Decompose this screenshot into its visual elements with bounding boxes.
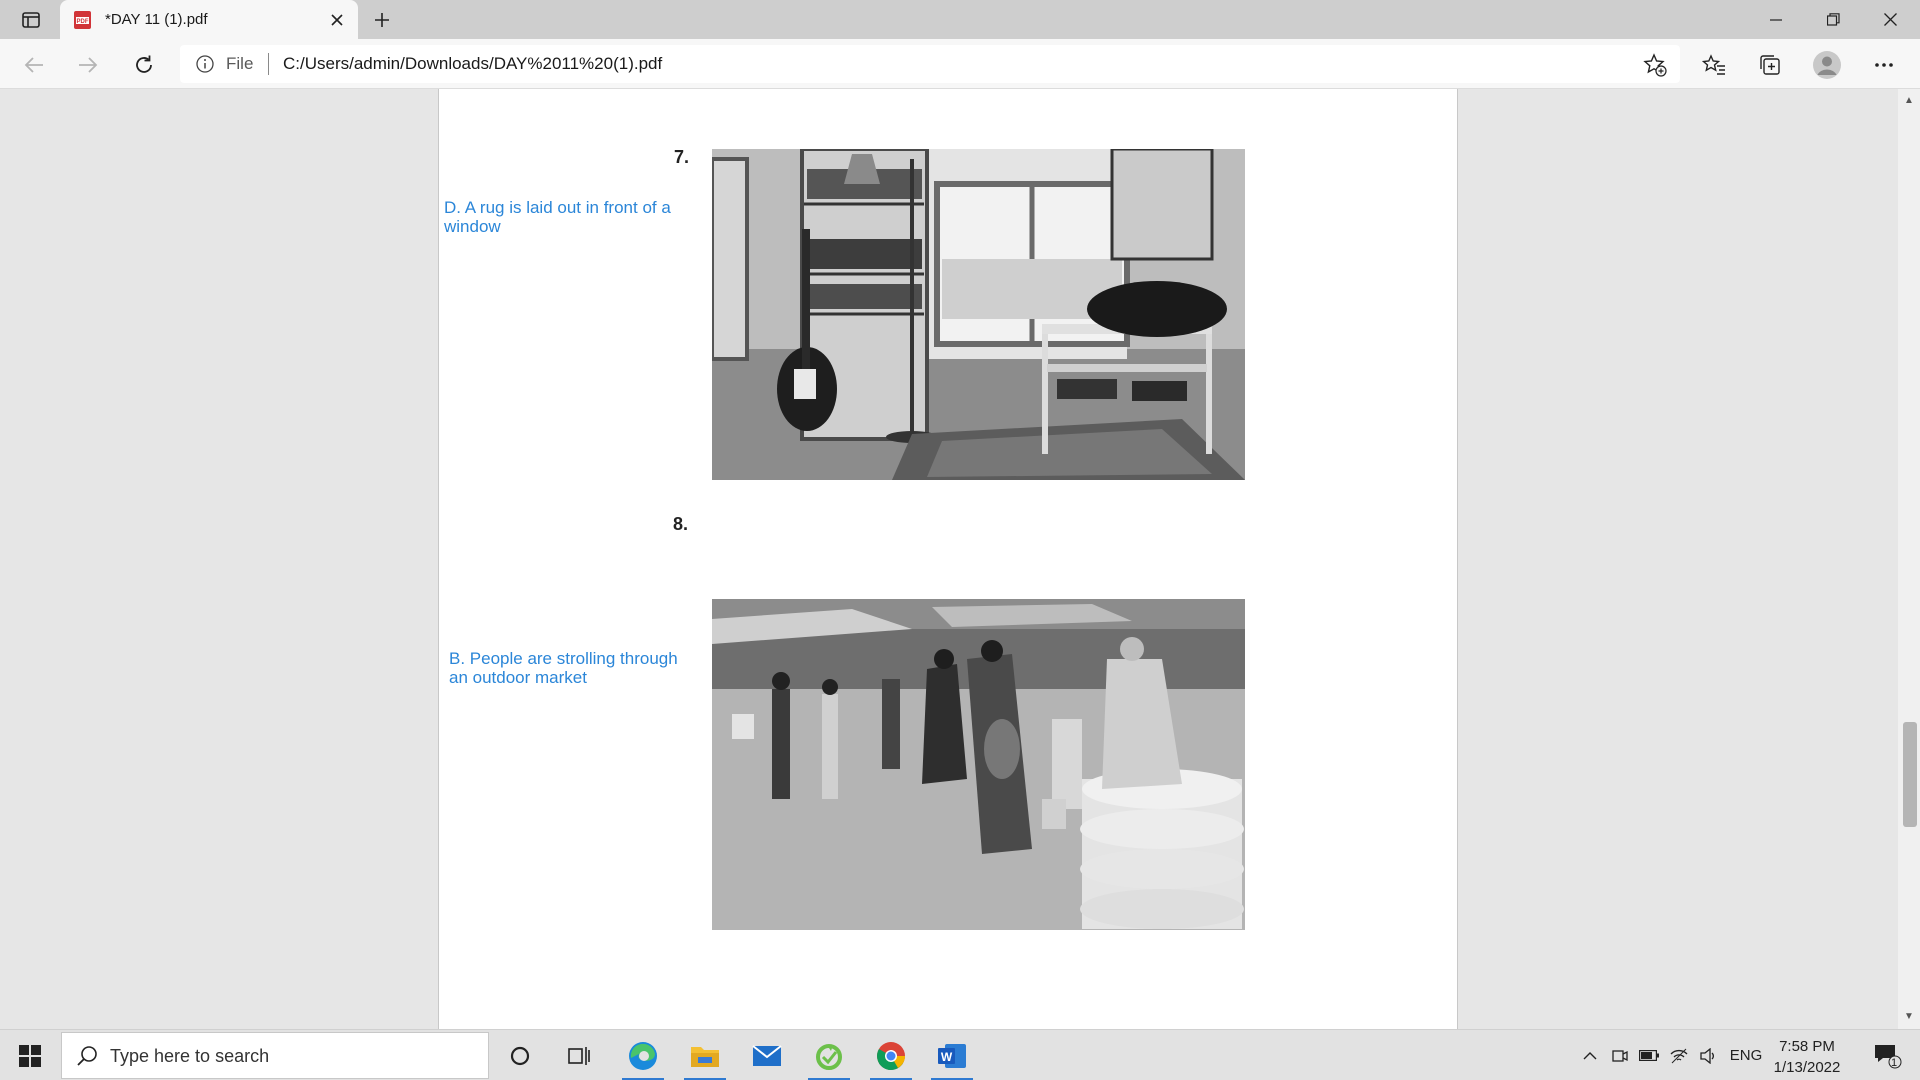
favorites-button[interactable]: [1696, 47, 1732, 83]
tab-pdf[interactable]: PDF *DAY 11 (1).pdf: [60, 0, 358, 39]
arrow-left-icon: [24, 57, 43, 73]
svg-text:PDF: PDF: [77, 19, 89, 25]
answer-annotation[interactable]: D. A rug is laid out in front of a windo…: [444, 198, 684, 236]
wifi-icon: [1670, 1048, 1688, 1063]
network-icon[interactable]: [1667, 1030, 1691, 1080]
volume-icon[interactable]: [1697, 1030, 1721, 1080]
notification-count: 1: [1891, 1057, 1898, 1069]
arrow-right-icon: [79, 57, 98, 73]
taskbar-search-box[interactable]: Type here to search: [61, 1032, 489, 1079]
battery-icon: [1639, 1050, 1659, 1061]
meet-now-icon[interactable]: [1608, 1030, 1632, 1080]
star-plus-icon: [1643, 53, 1667, 77]
tab-title: *DAY 11 (1).pdf: [105, 11, 208, 28]
mail-icon: [752, 1044, 782, 1066]
windows-icon: [19, 1044, 41, 1067]
add-favorite-button[interactable]: [1642, 52, 1668, 78]
language-indicator[interactable]: ENG: [1728, 1030, 1764, 1080]
question-number: 7.: [674, 147, 690, 167]
clock[interactable]: 7:58 PM 1/13/2022: [1762, 1036, 1852, 1078]
market-photo: [712, 599, 1245, 930]
tab-strip: PDF *DAY 11 (1).pdf: [0, 0, 1920, 39]
chevron-up-icon: [1583, 1051, 1597, 1059]
taskbar-app-chrome[interactable]: [862, 1030, 920, 1080]
start-button[interactable]: [0, 1030, 60, 1080]
word-icon: W: [938, 1043, 966, 1068]
scrollbar-thumb[interactable]: [1903, 722, 1917, 827]
svg-text:W: W: [941, 1050, 953, 1064]
notification-icon: [1875, 1044, 1902, 1068]
taskbar-app-edge[interactable]: [614, 1030, 672, 1080]
speaker-icon: [1700, 1047, 1714, 1064]
task-view-icon: [568, 1046, 590, 1065]
minimize-icon: [1770, 18, 1782, 21]
folder-icon: [691, 1046, 719, 1067]
url-text[interactable]: C:/Users/admin/Downloads/DAY%2011%20(1).…: [283, 54, 662, 74]
taskbar-app-green[interactable]: [800, 1030, 858, 1080]
clock-date: 1/13/2022: [1773, 1059, 1841, 1076]
search-icon: [77, 1046, 97, 1066]
taskbar-app-file-explorer[interactable]: [676, 1030, 734, 1080]
cortana-button[interactable]: [491, 1030, 549, 1080]
tab-close-button[interactable]: [326, 9, 348, 31]
battery-icon[interactable]: [1637, 1030, 1661, 1080]
minimize-button[interactable]: [1748, 0, 1804, 39]
taskbar-app-mail[interactable]: [738, 1030, 796, 1080]
close-icon: [331, 14, 343, 26]
favorites-icon: [1702, 54, 1725, 75]
info-icon[interactable]: [196, 55, 214, 73]
profile-button[interactable]: [1809, 47, 1845, 83]
refresh-icon: [136, 55, 152, 73]
clock-time: 7:58 PM: [1779, 1038, 1835, 1055]
tab-actions-icon: [22, 12, 40, 28]
back-button[interactable]: [16, 47, 52, 83]
restore-button[interactable]: [1805, 0, 1861, 39]
green-app-icon: [816, 1043, 842, 1070]
close-icon: [1883, 13, 1897, 26]
more-icon: [1875, 63, 1893, 67]
scroll-down-icon[interactable]: ▼: [1903, 1011, 1915, 1023]
camera-icon: [1612, 1049, 1628, 1062]
pdf-page: 7. D. A rug is laid out in front of a wi…: [438, 89, 1458, 1029]
search-placeholder: Type here to search: [110, 1046, 270, 1066]
avatar: [1813, 51, 1841, 79]
forward-button[interactable]: [70, 47, 106, 83]
plus-icon: [375, 13, 389, 27]
browser-toolbar: File C:/Users/admin/Downloads/DAY%2011%2…: [0, 39, 1920, 89]
cortana-icon: [510, 1046, 530, 1065]
settings-more-button[interactable]: [1866, 47, 1902, 83]
collections-icon: [1760, 55, 1780, 75]
tab-actions-button[interactable]: [14, 8, 48, 32]
scheme-label: File: [226, 54, 254, 73]
pdf-viewport[interactable]: 7. D. A rug is laid out in front of a wi…: [0, 89, 1920, 1029]
windows-taskbar: Type here to search W ENG 7:58 PM 1/13/2…: [0, 1029, 1920, 1080]
room-photo: [712, 149, 1245, 480]
new-tab-button[interactable]: [368, 6, 396, 34]
taskbar-app-word[interactable]: W: [923, 1030, 981, 1080]
collections-button[interactable]: [1752, 47, 1788, 83]
edge-icon: [629, 1041, 657, 1070]
chrome-icon: [877, 1041, 905, 1070]
notifications-button[interactable]: 1: [1866, 1030, 1910, 1080]
address-separator: [268, 53, 269, 75]
answer-annotation[interactable]: B. People are strolling through an outdo…: [449, 649, 689, 687]
pdf-icon: PDF: [74, 11, 91, 29]
vertical-scrollbar[interactable]: ▲ ▼: [1898, 89, 1920, 1029]
close-window-button[interactable]: [1862, 0, 1918, 39]
refresh-button[interactable]: [126, 47, 162, 83]
show-hidden-icons-button[interactable]: [1578, 1030, 1602, 1080]
address-bar[interactable]: File C:/Users/admin/Downloads/DAY%2011%2…: [180, 45, 1680, 83]
question-number: 8.: [673, 514, 689, 534]
task-view-button[interactable]: [550, 1030, 608, 1080]
restore-icon: [1826, 13, 1840, 26]
scroll-up-icon[interactable]: ▲: [1903, 95, 1915, 107]
